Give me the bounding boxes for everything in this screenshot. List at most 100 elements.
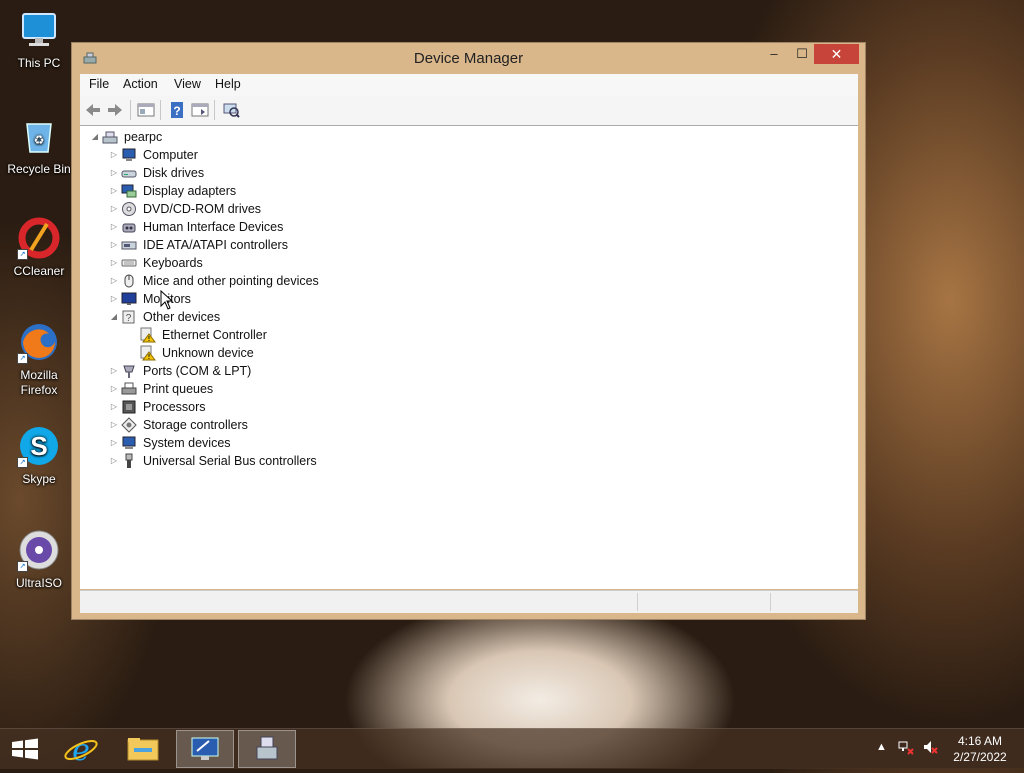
svg-text:♻: ♻ — [34, 133, 45, 147]
status-bar-separator — [770, 593, 771, 611]
menu-help[interactable]: Help — [215, 77, 241, 91]
window-title: Device Manager — [413, 50, 524, 67]
network-status-icon[interactable] — [898, 739, 914, 758]
desktop-icon-this-pc[interactable]: This PC — [6, 8, 72, 71]
expand-arrow-icon[interactable]: ▷ — [109, 236, 119, 254]
printer-icon — [121, 381, 137, 397]
maximize-button[interactable]: ☐ — [788, 44, 816, 64]
tree-item-label: DVD/CD-ROM drives — [143, 202, 262, 216]
remote-desktop-icon[interactable] — [176, 730, 234, 768]
tree-item-label: Human Interface Devices — [143, 220, 284, 234]
keyboard-icon — [121, 255, 137, 271]
expand-arrow-icon[interactable]: ▷ — [109, 272, 119, 290]
desktop-icon-label: Recycle Bin — [7, 162, 71, 176]
unknown-device-icon: ? — [121, 309, 137, 325]
tree-item-label: Disk drives — [143, 166, 205, 180]
toolbar-separator — [130, 100, 131, 120]
shortcut-arrow-icon: ↗ — [17, 353, 28, 364]
tree-item-label: Display adapters — [143, 184, 237, 198]
svg-text:?: ? — [126, 313, 132, 324]
internet-explorer-icon[interactable]: e — [52, 730, 110, 768]
desktop-icon-firefox[interactable]: ↗ Mozilla Firefox — [6, 320, 72, 398]
monitor-icon — [121, 291, 137, 307]
status-bar-separator — [637, 593, 638, 611]
device-manager-taskbar-icon[interactable] — [238, 730, 296, 768]
tree-item-label: Storage controllers — [143, 418, 248, 432]
expand-arrow-icon[interactable]: ▷ — [109, 398, 119, 416]
menu-action[interactable]: Action — [123, 77, 158, 91]
tree-item-label: Print queues — [143, 382, 214, 396]
menu-view[interactable]: View — [174, 77, 201, 91]
shortcut-arrow-icon: ↗ — [17, 249, 28, 260]
tree-item-label: IDE ATA/ATAPI controllers — [143, 238, 288, 252]
expand-arrow-icon[interactable]: ▷ — [109, 218, 119, 236]
menu-bar: File Action View Help — [80, 74, 858, 97]
status-bar — [80, 590, 858, 613]
close-button[interactable]: ✕ — [814, 44, 859, 64]
mouse-cursor-icon — [160, 289, 174, 310]
expand-arrow-icon[interactable]: ▷ — [109, 164, 119, 182]
computer-root-icon — [102, 129, 118, 145]
menu-file[interactable]: File — [89, 77, 109, 91]
desktop-icon-label: This PC — [17, 56, 61, 70]
shortcut-arrow-icon: ↗ — [17, 561, 28, 572]
collapse-arrow-icon[interactable]: ◢ — [90, 128, 100, 146]
help-icon[interactable]: ? — [168, 101, 186, 119]
volume-muted-icon[interactable] — [922, 739, 938, 758]
desktop-icon-label: CCleaner — [13, 264, 65, 278]
expand-arrow-icon[interactable]: ▷ — [109, 362, 119, 380]
tree-item-label: Ethernet Controller — [162, 328, 267, 342]
expand-arrow-icon[interactable]: ▷ — [109, 200, 119, 218]
dvd-drive-icon — [121, 201, 137, 217]
ide-controller-icon — [121, 237, 137, 253]
expand-arrow-icon[interactable]: ▷ — [109, 182, 119, 200]
file-explorer-icon[interactable] — [114, 730, 172, 768]
mouse-icon — [121, 273, 137, 289]
expand-arrow-icon[interactable]: ▷ — [109, 380, 119, 398]
shortcut-arrow-icon: ↗ — [17, 457, 28, 468]
warning-device-icon — [140, 327, 156, 343]
desktop-icon-recycle-bin[interactable]: ♻ Recycle Bin — [6, 114, 72, 177]
taskbar: e ▲ 4:16 AM 2/27/2022 — [0, 728, 1024, 769]
desktop-icon-label: Mozilla — [20, 368, 58, 382]
start-button[interactable] — [0, 730, 50, 768]
show-hidden-devices-icon[interactable] — [191, 101, 209, 119]
warning-device-icon — [140, 345, 156, 361]
show-hidden-icons-chevron-icon[interactable]: ▲ — [876, 741, 887, 753]
desktop-icon-label: Skype — [22, 472, 56, 486]
expand-arrow-icon[interactable]: ▷ — [109, 434, 119, 452]
expand-arrow-icon[interactable]: ▷ — [109, 416, 119, 434]
expand-arrow-icon[interactable]: ▷ — [109, 254, 119, 272]
device-manager-window: Device Manager – ☐ ✕ File Action View He… — [71, 42, 866, 620]
disk-drive-icon — [121, 165, 137, 181]
svg-text:?: ? — [173, 104, 180, 118]
ultraiso-icon: ↗ — [17, 528, 61, 572]
title-bar[interactable]: Device Manager – ☐ ✕ — [72, 43, 865, 74]
back-arrow-icon[interactable] — [84, 101, 102, 119]
desktop-icon-ultraiso[interactable]: ↗ UltraISO — [6, 528, 72, 591]
desktop-icon-skype[interactable]: S ↗ Skype — [6, 424, 72, 487]
expand-arrow-icon[interactable]: ▷ — [109, 146, 119, 164]
clock-time: 4:16 AM — [957, 734, 1003, 748]
collapse-arrow-icon[interactable]: ◢ — [109, 308, 119, 326]
computer-icon — [17, 8, 61, 52]
minimize-button[interactable]: – — [760, 44, 788, 64]
toolbar-separator — [214, 100, 215, 120]
expand-arrow-icon[interactable]: ▷ — [109, 452, 119, 470]
tree-item-label: Universal Serial Bus controllers — [143, 454, 317, 468]
expand-arrow-icon[interactable]: ▷ — [109, 290, 119, 308]
properties-icon[interactable] — [137, 101, 155, 119]
tree-item-label: Other devices — [143, 310, 221, 324]
hid-icon — [121, 219, 137, 235]
system-clock[interactable]: 4:16 AM 2/27/2022 — [946, 733, 1014, 765]
desktop-icon-label: UltraISO — [15, 576, 62, 590]
skype-icon: S ↗ — [17, 424, 61, 468]
forward-arrow-icon[interactable] — [106, 101, 124, 119]
tree-item-label: Mice and other pointing devices — [143, 274, 319, 288]
processor-icon — [121, 399, 137, 415]
desktop-icon-ccleaner[interactable]: ↗ CCleaner — [6, 216, 72, 279]
scan-hardware-icon[interactable] — [222, 101, 240, 119]
display-adapter-icon — [121, 183, 137, 199]
recycle-bin-icon: ♻ — [17, 114, 61, 158]
storage-controller-icon — [121, 417, 137, 433]
